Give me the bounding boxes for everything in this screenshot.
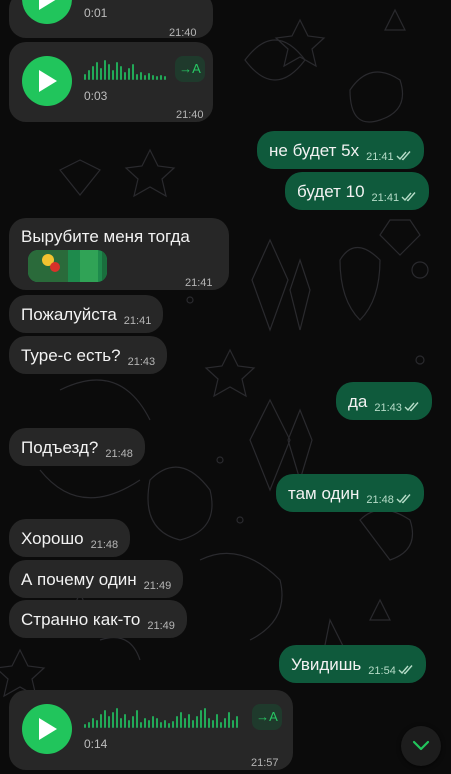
message-time: 21:43 [127,356,156,368]
scroll-to-bottom-button[interactable] [401,726,441,766]
message-time: 21:48 [105,448,133,460]
message-time: 21:40 [176,109,204,121]
incoming-message[interactable]: А почему один 21:49 [9,560,184,598]
play-button[interactable] [22,704,72,754]
incoming-message[interactable]: Пожалуйста 21:41 [9,295,164,333]
voice-duration: 0:14 [84,737,108,751]
transcribe-button[interactable]: →A [175,56,205,82]
incoming-message[interactable]: Хорошо 21:48 [9,519,131,557]
waveform [84,706,240,728]
double-check-icon [396,494,411,504]
message-time: 21:48 [90,539,119,551]
chevron-down-icon [412,740,430,751]
message-text: там один [288,484,360,503]
incoming-message[interactable]: Вырубите меня тогда 21:41 [9,218,229,290]
message-time: 21:41 [371,192,400,204]
transcribe-button[interactable]: →A [252,704,282,730]
message-text: Пожалуйста [21,305,117,324]
play-icon [39,70,57,92]
message-time: 21:49 [143,580,172,592]
outgoing-message[interactable]: будет 10 21:41 [285,172,430,210]
incoming-message[interactable]: Странно как-то 21:49 [9,600,187,638]
double-check-icon [404,402,419,412]
message-text: Странно как-то [21,610,141,629]
message-time: 21:40 [169,27,197,39]
message-text: будет 10 [297,182,365,201]
waveform [84,58,170,80]
message-time: 21:54 [368,665,396,677]
message-text: Хорошо [21,529,84,548]
voice-message[interactable]: 0:14 →A 21:57 [9,690,293,770]
play-button[interactable] [22,56,72,106]
play-icon [39,718,57,740]
message-text: не будет 5х [269,141,360,160]
incoming-message[interactable]: Подъезд? 21:48 [9,428,145,466]
message-text: Вырубите меня тогда [21,227,190,246]
message-time: 21:48 [366,494,394,506]
outgoing-message[interactable]: не будет 5х 21:41 [257,131,424,169]
message-time: 21:41 [185,277,213,289]
message-time: 21:41 [123,315,152,327]
voice-message[interactable]: 0:01 21:40 [9,0,213,39]
message-text: Туре-с есть? [21,346,121,365]
play-icon [39,0,56,10]
message-text: Подъезд? [21,438,99,457]
message-text: А почему один [21,570,137,589]
double-check-icon [401,192,416,202]
message-text: Увидишь [291,655,362,674]
message-time: 21:49 [147,620,175,632]
outgoing-message[interactable]: там один 21:48 [276,474,424,512]
incoming-message[interactable]: Туре-с есть? 21:43 [9,336,168,374]
message-time: 21:41 [366,151,394,163]
double-check-icon [396,151,411,161]
message-time: 21:57 [251,757,279,769]
play-button[interactable] [22,0,72,24]
traffic-light-sticker [28,250,107,282]
double-check-icon [398,665,413,675]
voice-duration: 0:01 [84,6,108,20]
voice-message[interactable]: 0:03 →A 21:40 [9,42,213,122]
voice-duration: 0:03 [84,89,108,103]
outgoing-message[interactable]: Увидишь 21:54 [279,645,426,683]
message-text: да [348,392,368,411]
outgoing-message[interactable]: да 21:43 [336,382,432,420]
message-time: 21:43 [374,402,402,414]
